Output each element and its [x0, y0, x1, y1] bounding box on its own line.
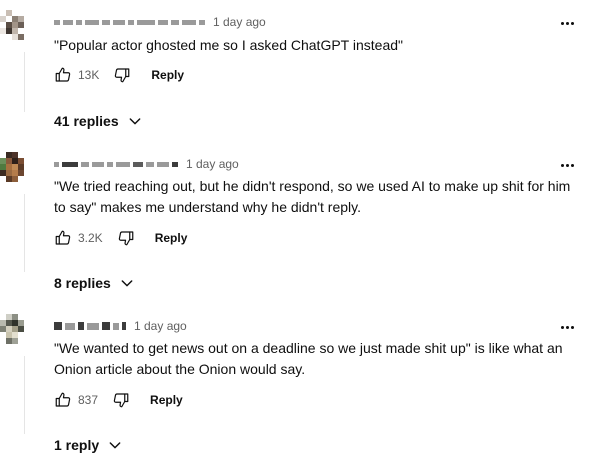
reply-button[interactable]: Reply	[150, 393, 183, 407]
timestamp[interactable]: 1 day ago	[134, 319, 187, 333]
comment-3: 1 day ago "We wanted to get news out on …	[0, 0, 605, 464]
comment-actions: 837 Reply	[54, 389, 183, 411]
author-name-redacted[interactable]	[54, 321, 126, 331]
replies-label: 1 reply	[54, 437, 100, 453]
like-count: 837	[78, 393, 99, 407]
chevron-down-icon	[107, 437, 123, 453]
view-replies-button[interactable]: 1 reply	[54, 434, 123, 456]
more-vert-icon[interactable]	[559, 319, 575, 335]
avatar[interactable]	[0, 314, 30, 352]
thread-line	[24, 356, 25, 434]
comment-text: "We wanted to get news out on a deadline…	[54, 340, 563, 377]
thumbs-down-icon[interactable]	[112, 391, 130, 409]
thumbs-up-icon[interactable]	[54, 391, 72, 409]
author-row: 1 day ago	[54, 319, 187, 333]
